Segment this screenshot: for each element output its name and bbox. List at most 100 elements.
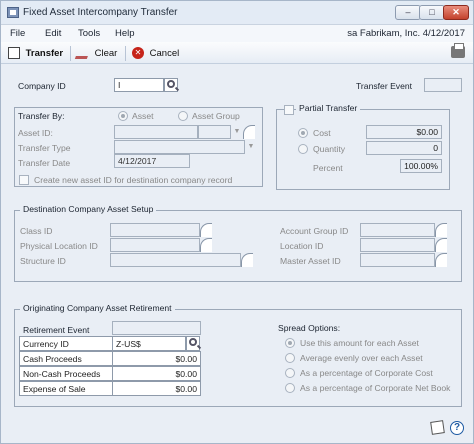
spread-option-3-radio[interactable]	[285, 368, 295, 378]
note-icon[interactable]	[430, 420, 445, 435]
expense-of-sale-label: Expense of Sale	[19, 381, 113, 396]
destination-title: Destination Company Asset Setup	[20, 204, 157, 214]
spread-option-2-label: Average evenly over each Asset	[300, 353, 423, 363]
company-lookup-button[interactable]	[164, 78, 178, 92]
toolbar-separator	[125, 46, 126, 61]
print-icon[interactable]	[451, 43, 465, 58]
quantity-radio[interactable]	[298, 144, 308, 154]
title-bar: Fixed Asset Intercompany Transfer – □ ✕	[1, 1, 473, 25]
close-button[interactable]: ✕	[443, 5, 469, 20]
lookup-icon	[167, 80, 175, 88]
asset-suffix-dropdown-icon[interactable]: ▼	[231, 125, 243, 139]
transfer-by-label: Transfer By:	[18, 111, 65, 121]
spread-option-1-label: Use this amount for each Asset	[300, 338, 419, 348]
maximize-button[interactable]: □	[419, 5, 445, 20]
transfer-type-dropdown-icon[interactable]: ▼	[245, 140, 257, 154]
cost-radio[interactable]	[298, 128, 308, 138]
clear-label: Clear	[94, 48, 118, 59]
transfer-type-label: Transfer Type	[18, 143, 71, 153]
menu-help[interactable]: Help	[115, 28, 135, 39]
create-new-asset-checkbox[interactable]	[19, 175, 29, 185]
currency-lookup-button[interactable]	[186, 336, 200, 351]
transfer-icon	[8, 47, 20, 60]
master-asset-expansion-button[interactable]	[435, 253, 447, 267]
broom-icon	[74, 47, 92, 60]
noncash-proceeds-input[interactable]: $0.00	[112, 366, 201, 381]
structure-id-label: Structure ID	[20, 256, 66, 266]
form-content: Company ID I Transfer Event Transfer By:…	[6, 67, 470, 415]
asset-radio-label: Asset	[132, 111, 154, 121]
spread-option-1-radio[interactable]	[285, 338, 295, 348]
company-id-input[interactable]: I	[114, 78, 164, 92]
transfer-date-label: Transfer Date	[18, 158, 71, 168]
noncash-proceeds-label: Non-Cash Proceeds	[19, 366, 113, 381]
location-id-label: Location ID	[280, 241, 324, 251]
currency-id-input[interactable]: Z-US$	[112, 336, 186, 351]
asset-radio[interactable]	[118, 111, 128, 121]
structure-id-expansion-button[interactable]	[241, 253, 253, 267]
menu-file[interactable]: File	[10, 28, 25, 39]
cancel-label: Cancel	[149, 48, 180, 59]
class-id-field	[110, 223, 200, 237]
spread-option-2-radio[interactable]	[285, 353, 295, 363]
quantity-label: Quantity	[313, 144, 346, 154]
asset-id-label: Asset ID:	[18, 128, 53, 138]
asset-group-radio[interactable]	[178, 111, 188, 121]
structure-id-field	[110, 253, 241, 267]
spread-option-4-radio[interactable]	[285, 383, 295, 393]
location-id-expansion-button[interactable]	[435, 238, 447, 252]
cost-field: $0.00	[366, 125, 442, 139]
master-asset-id-label: Master Asset ID	[280, 256, 341, 266]
cancel-icon: ✕	[132, 47, 144, 60]
transfer-type-select[interactable]	[114, 140, 245, 154]
account-group-id-field	[360, 223, 435, 237]
window: Fixed Asset Intercompany Transfer – □ ✕ …	[0, 0, 474, 444]
transfer-button[interactable]: Transfer	[8, 46, 63, 61]
partial-transfer-checkbox[interactable]	[284, 105, 294, 115]
retirement-event-label: Retirement Event	[23, 325, 90, 335]
partial-transfer-title: Partial Transfer	[296, 103, 361, 113]
help-icon[interactable]: ?	[450, 421, 464, 435]
clear-button[interactable]: Clear	[74, 46, 118, 61]
spread-options-label: Spread Options:	[278, 323, 341, 333]
percent-label: Percent	[313, 163, 343, 173]
transfer-date-field[interactable]: 4/12/2017	[114, 154, 190, 168]
retirement-event-field	[112, 321, 201, 335]
spread-option-4-label: As a percentage of Corporate Net Book	[300, 383, 451, 393]
cancel-button[interactable]: ✕ Cancel	[132, 46, 179, 61]
originating-title: Originating Company Asset Retirement	[20, 303, 175, 313]
class-id-label: Class ID	[20, 226, 53, 236]
physical-location-expansion-button[interactable]	[200, 238, 212, 252]
app-icon	[7, 7, 19, 18]
company-id-label: Company ID	[18, 81, 66, 91]
account-group-expansion-button[interactable]	[435, 223, 447, 237]
transfer-event-field	[424, 78, 462, 92]
menu-tools[interactable]: Tools	[78, 28, 100, 39]
create-new-asset-label: Create new asset ID for destination comp…	[34, 175, 233, 185]
menu-bar: File Edit Tools Help sa Fabrikam, Inc. 4…	[1, 25, 473, 42]
asset-suffix-field	[198, 125, 231, 139]
master-asset-id-field	[360, 253, 435, 267]
expense-of-sale-input[interactable]: $0.00	[112, 381, 201, 396]
cash-proceeds-label: Cash Proceeds	[19, 351, 113, 366]
spread-option-3-label: As a percentage of Corporate Cost	[300, 368, 433, 378]
transfer-label: Transfer	[25, 48, 64, 59]
physical-location-id-label: Physical Location ID	[20, 241, 98, 251]
menu-edit[interactable]: Edit	[45, 28, 61, 39]
asset-id-field	[114, 125, 198, 139]
company-date: sa Fabrikam, Inc. 4/12/2017	[347, 28, 465, 39]
location-id-field	[360, 238, 435, 252]
toolbar: Transfer Clear ✕ Cancel	[1, 42, 473, 64]
percent-field: 100.00%	[400, 159, 442, 173]
toolbar-separator	[70, 46, 71, 61]
asset-id-expansion-button[interactable]	[243, 125, 255, 139]
cash-proceeds-input[interactable]: $0.00	[112, 351, 201, 366]
minimize-button[interactable]: –	[395, 5, 421, 20]
cost-label: Cost	[313, 128, 331, 138]
transfer-event-label: Transfer Event	[356, 81, 413, 91]
currency-id-label: Currency ID	[19, 336, 113, 351]
class-id-expansion-button[interactable]	[200, 223, 212, 237]
quantity-field: 0	[366, 141, 442, 155]
window-title: Fixed Asset Intercompany Transfer	[23, 7, 178, 18]
asset-group-radio-label: Asset Group	[192, 111, 240, 121]
